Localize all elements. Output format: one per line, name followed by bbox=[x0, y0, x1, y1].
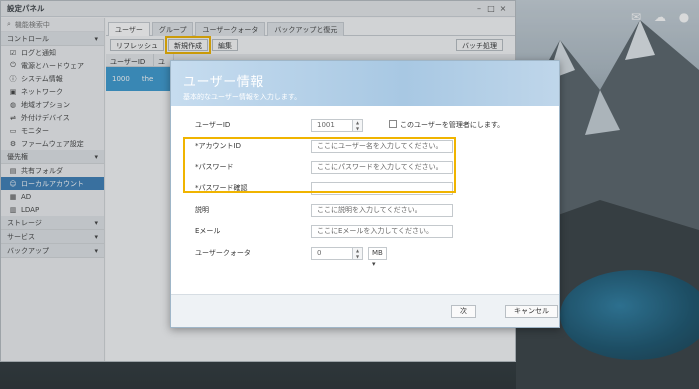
quota-unit-value: MB bbox=[372, 248, 383, 257]
quota-stepper[interactable]: ▲ ▼ bbox=[353, 246, 363, 260]
admin-checkbox[interactable] bbox=[389, 120, 397, 128]
description-label: 説明 bbox=[195, 206, 209, 214]
description-field[interactable]: ここに説明を入力してください。 bbox=[311, 203, 453, 217]
user-id-field[interactable]: 1001 bbox=[311, 118, 353, 132]
dialog-header: ユーザー情報 基本的なユーザー情報を入力します。 bbox=[171, 61, 559, 106]
dialog-title: ユーザー情報 bbox=[183, 75, 264, 90]
quota-unit-select[interactable]: MB ▾ bbox=[368, 246, 387, 268]
next-button[interactable]: 次 bbox=[451, 305, 476, 318]
user-id-label: ユーザーID bbox=[195, 121, 231, 129]
quota-field[interactable]: 0 bbox=[311, 246, 353, 260]
email-field[interactable]: ここにEメールを入力してください。 bbox=[311, 224, 453, 238]
dialog-footer: 次 キャンセル bbox=[171, 294, 559, 327]
required-fields-highlight bbox=[183, 137, 456, 193]
email-label: Eメール bbox=[195, 227, 221, 235]
quota-label: ユーザークォータ bbox=[195, 249, 251, 257]
chevron-down-icon: ▾ bbox=[372, 259, 376, 268]
dialog-subtitle: 基本的なユーザー情報を入力します。 bbox=[183, 93, 302, 101]
cancel-button[interactable]: キャンセル bbox=[505, 305, 558, 318]
user-id-stepper[interactable]: ▲ ▼ bbox=[353, 118, 363, 132]
user-info-dialog: ユーザー情報 基本的なユーザー情報を入力します。 ユーザーID 1001 ▲ ▼ … bbox=[170, 60, 560, 328]
admin-checkbox-label: このユーザーを管理者にします。 bbox=[400, 121, 505, 129]
